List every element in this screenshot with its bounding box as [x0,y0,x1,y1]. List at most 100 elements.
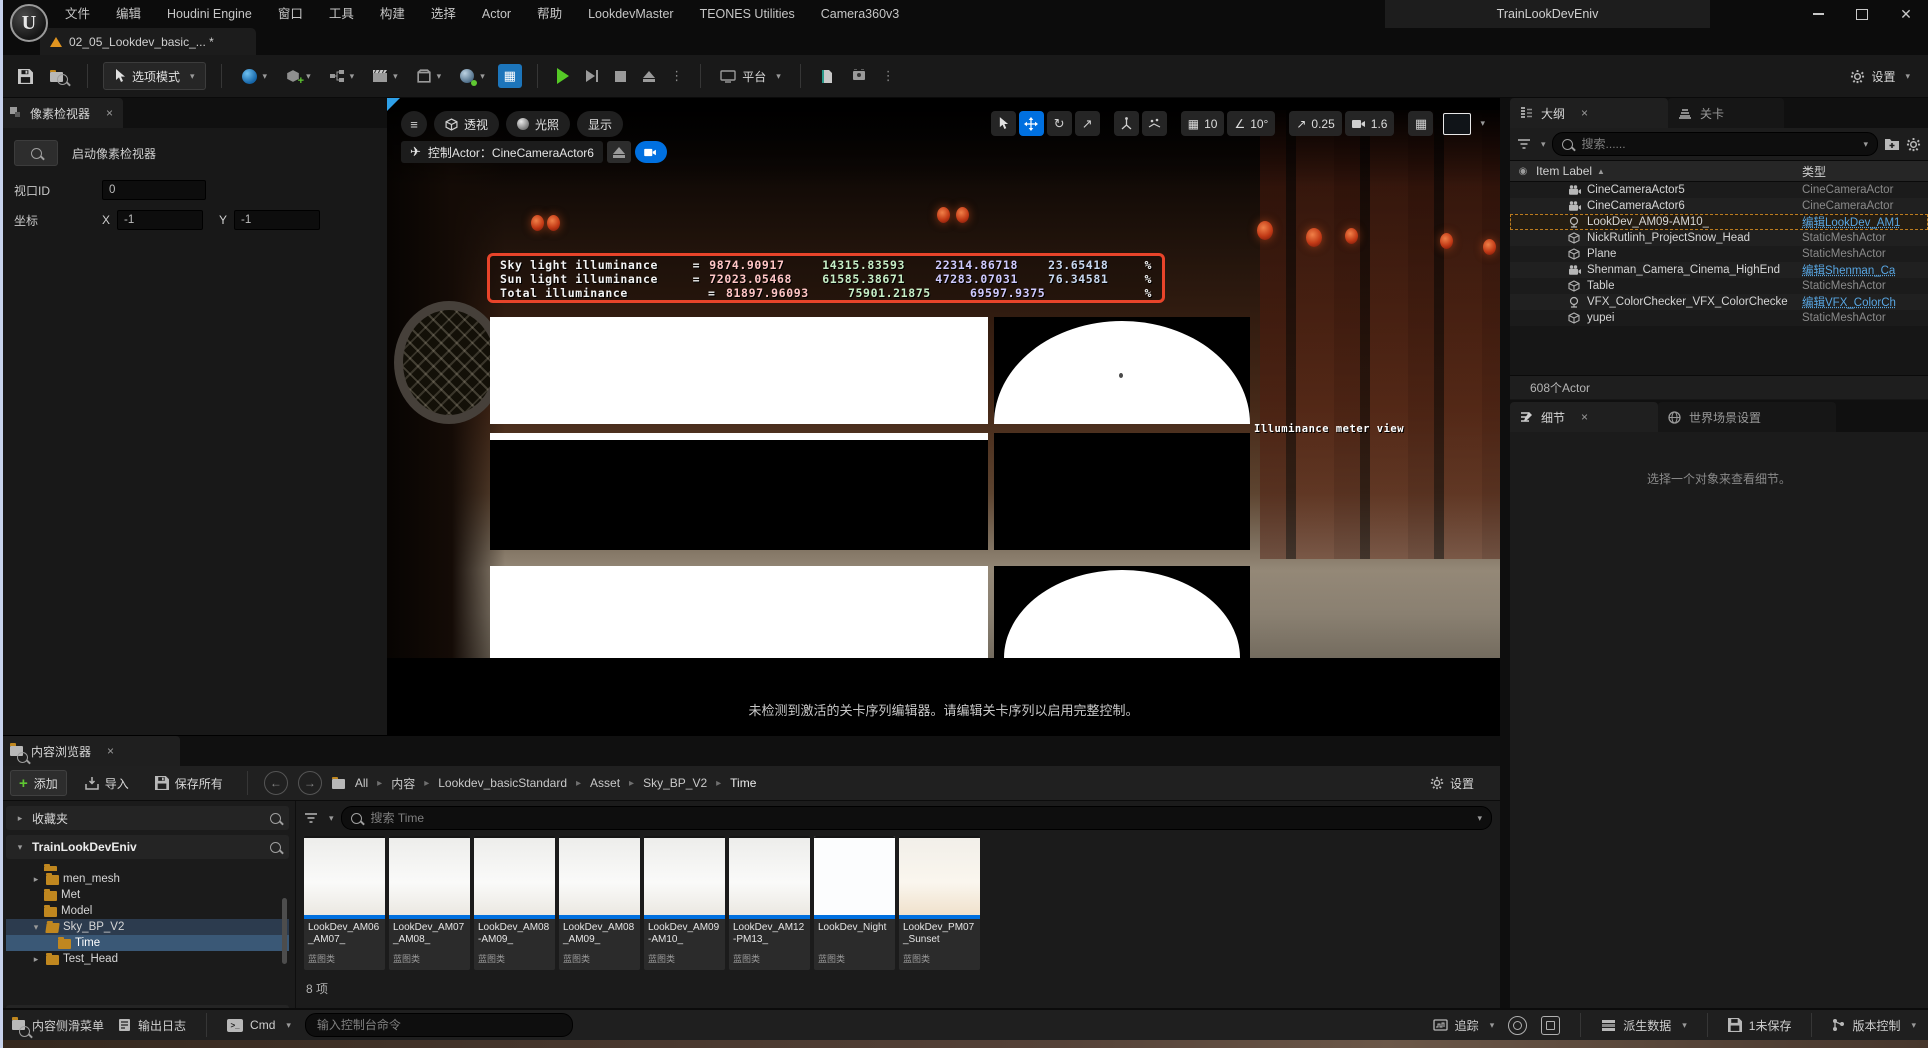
menu-window[interactable]: 窗口 [265,0,316,28]
trace-dropdown[interactable]: 追踪 ▾ [1433,1017,1495,1034]
breadcrumb-item[interactable]: All [355,776,368,790]
camera-speed-control[interactable]: 1.6 [1345,111,1395,136]
derived-data-dropdown[interactable]: 派生数据 ▾ [1601,1017,1687,1034]
perspective-dropdown[interactable]: 透视 [434,111,499,137]
close-icon[interactable]: × [1581,106,1588,120]
eject-button[interactable] [639,62,659,90]
tree-item-model[interactable]: Model [6,903,289,919]
filter-icon[interactable] [1517,139,1531,150]
device-preview-button[interactable] [847,62,871,90]
tree-item-sky-bp-v2[interactable]: ▾Sky_BP_V2 [6,919,289,935]
edit-blueprint-link[interactable]: 编辑LookDev_AM1 [1802,214,1924,230]
shaderball-dropdown[interactable]: ▾ [454,62,489,90]
rotation-snap-toggle[interactable]: ∠10° [1227,111,1275,136]
outliner-row[interactable]: NickRutlinh_ProjectSnow_HeadStaticMeshAc… [1510,230,1928,246]
play-options-button[interactable]: ⋮ [668,68,685,84]
console-command-bar[interactable] [305,1013,573,1037]
select-mode-dropdown[interactable]: 选项模式 ▾ [103,62,206,90]
menu-houdini-engine[interactable]: Houdini Engine [154,0,265,28]
outliner-row[interactable]: VFX_ColorChecker_VFX_ColorChecke编辑VFX_Co… [1510,294,1928,310]
save-all-button[interactable]: 保存所有 [147,771,231,795]
content-browser-button[interactable] [46,62,72,90]
tab-levels[interactable]: 关卡 [1668,98,1784,128]
move-tool[interactable] [1019,111,1044,136]
outliner-row[interactable]: yupeiStaticMeshActor [1510,310,1928,326]
project-root-section[interactable]: ▾ TrainLookDevEniv [6,835,289,859]
cinematics-dropdown[interactable]: ▾ [367,62,402,90]
filter-icon[interactable] [304,813,318,824]
outliner-search-input[interactable] [1580,136,1853,152]
level-viewport[interactable]: Sky light illuminance = 9874.90917 14315… [387,98,1500,735]
stop-piloting-button[interactable] [607,141,631,163]
blueprints-dropdown[interactable]: ▾ [324,62,359,90]
viewport-options-button[interactable]: ≡ [401,111,427,137]
unsaved-indicator[interactable]: 1未保存 [1728,1017,1792,1034]
new-folder-icon[interactable] [1884,137,1900,151]
gear-icon[interactable] [1906,137,1921,152]
rotate-tool[interactable]: ↻ [1047,111,1072,136]
menu-file[interactable]: 文件 [52,0,103,28]
asset-card[interactable]: LookDev_AM09-AM10_蓝图类 [644,836,725,970]
plugin-blue-button[interactable]: ▦ [498,64,522,88]
maximize-viewport-button[interactable]: ▦ [1408,111,1433,136]
save-button[interactable] [14,62,37,90]
tree-item-men-mesh[interactable]: ▸men_mesh [6,871,289,887]
breadcrumb-item[interactable]: Lookdev_basicStandard [438,776,567,790]
outliner-row[interactable]: CineCameraActor5CineCameraActor [1510,182,1928,198]
camera-view-toggle[interactable] [635,141,667,163]
menu-build[interactable]: 构建 [367,0,418,28]
tree-item-met[interactable]: Met [6,887,289,903]
content-browser-settings[interactable]: 设置 [1422,771,1482,795]
asset-card[interactable]: LookDev_AM06_AM07_蓝图类 [304,836,385,970]
menu-tools[interactable]: 工具 [316,0,367,28]
close-icon[interactable]: × [106,106,113,120]
console-command-input[interactable] [315,1017,563,1033]
panel-splitter[interactable] [1500,98,1510,1008]
import-button[interactable]: 导入 [77,771,137,795]
package-dropdown[interactable]: ▾ [411,62,446,90]
outliner-row[interactable]: PlaneStaticMeshActor [1510,246,1928,262]
tree-scrollbar[interactable] [282,898,287,964]
tab-outliner[interactable]: 大纲 × [1510,98,1668,128]
menu-actor[interactable]: Actor [469,0,524,28]
edit-blueprint-link[interactable]: 编辑Shenman_Ca [1802,262,1924,278]
grid-snap-toggle[interactable]: ▦10 [1181,111,1225,136]
outliner-row[interactable]: Shenman_Camera_Cinema_HighEnd编辑Shenman_C… [1510,262,1928,278]
tab-pixel-inspector[interactable]: 像素检视器 × [0,98,123,128]
output-log-button[interactable]: 输出日志 [118,1017,186,1034]
menu-help[interactable]: 帮助 [524,0,575,28]
tab-world-settings[interactable]: 世界场景设置 [1658,402,1836,432]
lit-mode-dropdown[interactable]: 光照 [506,111,570,137]
coordinate-y-field[interactable] [234,210,320,230]
pilot-actor-indicator[interactable]: ✈ 控制Actor：CineCameraActor6 [401,141,603,163]
breadcrumb-item[interactable]: Sky_BP_V2 [643,776,707,790]
asset-card[interactable]: LookDev_AM08_AM09_蓝图类 [559,836,640,970]
toolbar-more-button[interactable]: ⋮ [880,68,897,84]
breadcrumb-item[interactable]: 内容 [391,775,415,792]
asset-card[interactable]: LookDev_AM08-AM09_蓝图类 [474,836,555,970]
tree-item-test-head[interactable]: ▸Test_Head [6,951,289,967]
play-button[interactable] [553,62,573,90]
settings-dropdown[interactable]: 设置 ▾ [1846,62,1914,90]
snapshot-icon[interactable] [1541,1016,1560,1035]
asset-search[interactable]: ▾ [341,806,1492,830]
search-icon[interactable] [270,842,281,853]
outliner-row[interactable]: CineCameraActor6CineCameraActor [1510,198,1928,214]
tree-item-time[interactable]: Time [6,935,289,951]
viewport-id-field[interactable] [102,180,206,200]
asset-card[interactable]: LookDev_AM07_AM08_蓝图类 [389,836,470,970]
menu-select[interactable]: 选择 [418,0,469,28]
show-dropdown[interactable]: 显示 [577,111,623,137]
asset-card[interactable]: LookDev_PM07_Sunset蓝图类 [899,836,980,970]
create-dropdown[interactable]: ▾ [237,62,272,90]
menu-camera360v3[interactable]: Camera360v3 [808,0,913,28]
select-tool[interactable] [991,111,1016,136]
level-tab[interactable]: 02_05_Lookdev_basic_... * [40,28,256,55]
minimize-button[interactable] [1796,0,1840,28]
content-drawer-button[interactable]: 内容侧滑菜单 [12,1017,104,1034]
add-actor-dropdown[interactable]: + ▾ [280,62,315,90]
outliner-row-selected[interactable]: LookDev_AM09-AM10_编辑LookDev_AM1 [1510,214,1928,230]
add-button[interactable]: + 添加 [10,770,67,796]
platforms-dropdown[interactable]: 平台 ▾ [716,62,785,90]
type-column[interactable]: 类型 [1802,163,1826,180]
